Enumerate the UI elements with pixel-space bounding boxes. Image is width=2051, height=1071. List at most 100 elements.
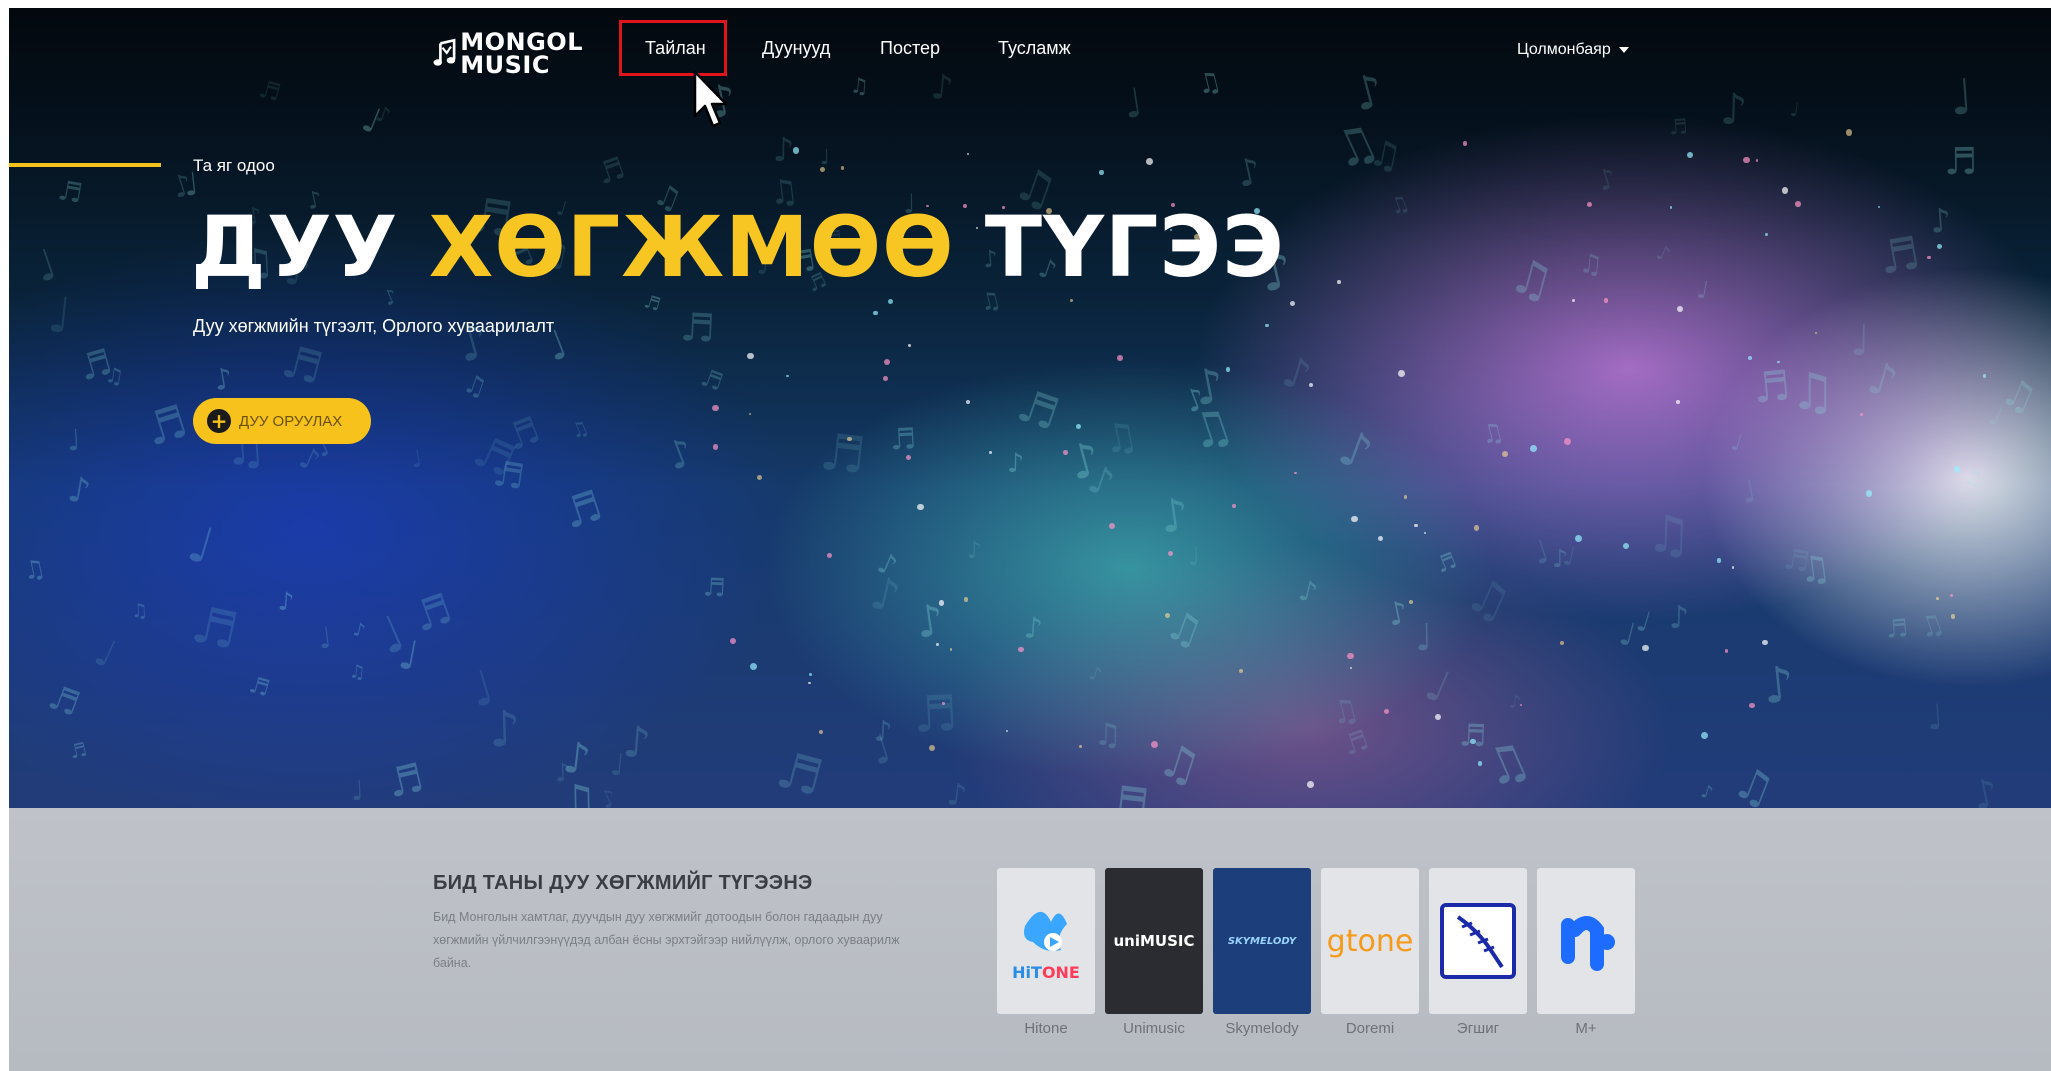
music-note-decoration: ♩ [408,444,425,474]
sparkle-decoration [808,673,812,677]
partner-item[interactable]: HiTONE Hitone [997,868,1095,1037]
sparkle-decoration [1409,600,1413,605]
sparkle-decoration [916,503,924,511]
music-note-decoration: ♪ [1232,147,1266,196]
partner-logo: gtone [1321,868,1419,1014]
music-note-decoration: ♪ [1508,690,1523,714]
sparkle-decoration [1927,255,1931,260]
music-note-decoration: ♫ [1386,190,1414,222]
sparkle-decoration [1238,668,1244,673]
sparkle-decoration [1165,613,1170,618]
user-menu[interactable]: Цолмонбаяр [1517,41,1629,59]
sparkle-decoration [1642,644,1649,652]
sparkle-decoration [1075,424,1081,430]
music-note-decoration: ♫ [20,552,49,586]
partner-item[interactable]: SKYMELODY Skymelody [1213,868,1311,1037]
sparkle-decoration [1781,187,1789,194]
nav-item-poster[interactable]: Постер [880,38,940,59]
music-note-decoration: ♪ [211,360,236,398]
user-name: Цолмонбаяр [1517,41,1611,58]
sparkle-decoration [1935,597,1939,600]
music-note-decoration: ♪ [1006,448,1025,480]
hero-subtitle: Дуу хөгжмийн түгээлт, Орлого хуваарилалт [193,316,555,336]
sparkle-decoration [840,166,845,170]
music-note-decoration: ♬ [1668,114,1689,141]
mouse-cursor-icon [693,70,728,128]
hitone-logo-icon: HiTONE [1012,911,1080,982]
nav-item-help[interactable]: Тусламж [998,38,1071,59]
music-note-decoration: ♪ [1330,419,1380,483]
sparkle-decoration [1501,450,1508,458]
sparkle-decoration [1564,438,1572,446]
sparkle-decoration [1669,206,1672,209]
sparkle-decoration [1777,360,1780,364]
partner-name: Hitone [1024,1020,1068,1037]
partner-logo: uniMUSIC [1105,868,1203,1014]
sparkle-decoration [747,352,754,360]
sparkle-decoration [1559,640,1564,645]
sparkle-decoration [1716,558,1722,563]
sparkle-decoration [989,451,992,454]
mongol-music-logo[interactable]: MONGOL MUSIC [433,24,583,84]
music-note-decoration: ♬ [406,583,459,643]
sparkle-decoration [808,681,811,685]
music-note-decoration: ♪ [1275,346,1317,403]
music-note-decoration: ♫ [1457,565,1520,634]
section-title: БИД ТАНЫ ДУУ ХӨГЖМИЙГ ТҮГЭЭНЭ [433,872,813,894]
music-note-logo-icon [433,38,456,66]
music-note-decoration: ♫ [567,415,593,444]
music-note-decoration: ♩ [1925,697,1945,739]
music-note-decoration: ♫ [1158,600,1210,658]
music-note-decoration: ♪ [1759,654,1797,716]
music-note-decoration: ♩ [1417,659,1458,715]
sparkle-decoration [713,444,719,450]
music-note-decoration: ♫ [1789,362,1836,422]
sparkle-decoration [1151,741,1159,749]
top-navbar: MONGOL MUSIC Тайлан Дуунууд Постер Тусла… [9,8,2051,103]
sparkle-decoration [1747,355,1753,361]
sparkle-decoration [1587,201,1593,207]
sparkle-decoration [1724,649,1729,653]
music-note-decoration: ♫ [347,661,366,685]
music-note-decoration: ♫ [130,599,149,623]
sparkle-decoration [888,299,894,305]
music-note-decoration: ♩ [66,422,82,458]
partner-name: M+ [1575,1020,1597,1037]
music-note-decoration: ♬ [557,480,609,540]
partner-logo: SKYMELODY [1213,868,1311,1014]
music-note-decoration: ♬ [186,593,244,661]
music-note-decoration: ♪ [1022,610,1044,646]
sparkle-decoration [1701,731,1709,739]
music-note-decoration: ♬ [911,683,960,745]
sparkle-decoration [1473,525,1480,531]
nav-item-songs[interactable]: Дуунууд [762,38,830,59]
sparkle-decoration [1520,703,1523,707]
music-note-decoration: ♪ [1669,599,1690,637]
sparkle-decoration [749,662,757,670]
sparkle-decoration [1146,158,1153,166]
partner-item[interactable]: gtone Doremi [1321,868,1419,1037]
sparkle-decoration [1575,534,1583,542]
sparkle-decoration [1005,729,1008,732]
sparkle-decoration [1477,761,1483,766]
music-note-decoration: ♫ [1645,504,1694,567]
plus-circle-icon: + [207,409,231,433]
partner-item[interactable]: uniMUSIC Unimusic [1105,868,1203,1037]
music-note-decoration: ♪ [1928,200,1953,241]
sparkle-decoration [730,637,737,644]
sparkle-decoration [884,359,891,366]
partner-item[interactable]: M+ [1537,868,1635,1037]
caret-down-icon [1618,47,1629,53]
music-note-decoration: ♩ [1414,615,1434,659]
sparkle-decoration [1349,666,1353,669]
sparkle-decoration [1397,370,1405,378]
upload-song-button[interactable]: + ДУУ ОРУУЛАХ [193,398,371,444]
partner-item[interactable]: Эгшиг [1429,868,1527,1037]
sparkle-decoration [1078,745,1082,749]
music-note-decoration: ♩ [1983,401,2007,434]
music-note-decoration: ♪ [772,129,795,170]
music-note-decoration: ♪ [1295,573,1321,610]
sparkle-decoration [1845,129,1853,137]
partner-logo: HiTONE [997,868,1095,1014]
music-note-decoration: ♪ [660,429,700,480]
